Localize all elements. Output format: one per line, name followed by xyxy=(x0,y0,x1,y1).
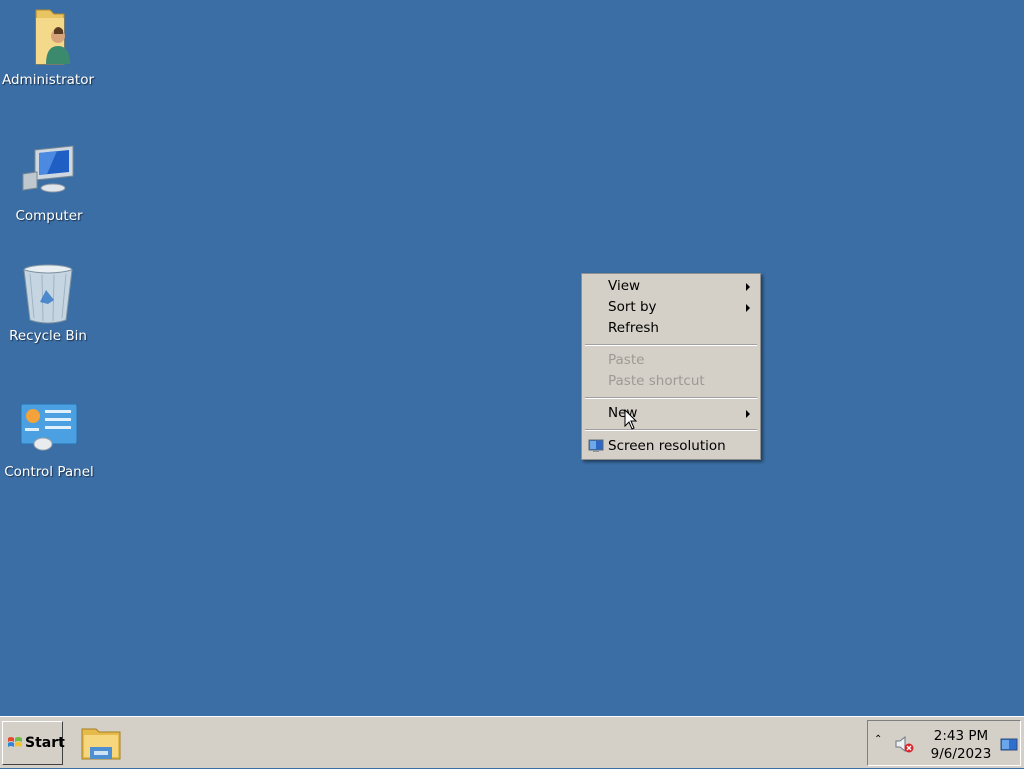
menu-item-screen-resolution[interactable]: Screen resolution xyxy=(584,436,758,457)
windows-explorer-icon xyxy=(81,728,121,760)
desktop-icon-label: Control Panel xyxy=(4,464,94,480)
display-icon xyxy=(588,439,604,452)
clock-time: 2:43 PM xyxy=(933,728,989,744)
menu-separator xyxy=(585,344,757,346)
menu-separator xyxy=(585,397,757,399)
menu-item-label: Paste xyxy=(608,352,645,368)
menu-item-refresh[interactable]: Refresh xyxy=(584,318,758,339)
menu-item-label: View xyxy=(608,278,641,294)
user-folder-icon xyxy=(16,6,80,70)
start-button[interactable]: Start xyxy=(2,721,65,765)
menu-item-label: Refresh xyxy=(608,320,659,336)
desktop[interactable]: Administrator Computer Recycle Bin Contr… xyxy=(0,0,1024,716)
menu-item-label: Paste shortcut xyxy=(608,373,705,389)
menu-item-new[interactable]: New xyxy=(584,403,758,424)
taskbar-windows-explorer[interactable] xyxy=(78,721,126,765)
mouse-cursor-icon xyxy=(624,409,638,430)
menu-item-view[interactable]: View xyxy=(584,276,758,297)
show-hidden-icons-chevron[interactable]: ⌃ xyxy=(874,734,882,745)
menu-item-label: Sort by xyxy=(608,299,657,315)
submenu-arrow-icon xyxy=(746,410,750,418)
computer-icon xyxy=(17,142,81,206)
notification-area: ⌃ 2:43 PM 9/6/2023 xyxy=(867,720,1021,766)
submenu-arrow-icon xyxy=(746,283,750,291)
desktop-context-menu: View Sort by Refresh Paste Paste shortcu… xyxy=(581,273,761,460)
desktop-icon-control-panel[interactable]: Control Panel xyxy=(1,398,97,480)
windows-flag-icon xyxy=(8,737,22,747)
start-label: Start xyxy=(25,735,65,751)
speaker-muted-icon[interactable] xyxy=(894,734,914,754)
menu-item-label: Screen resolution xyxy=(608,438,726,454)
control-panel-icon xyxy=(17,398,81,462)
menu-item-sort-by[interactable]: Sort by xyxy=(584,297,758,318)
action-center-icon[interactable] xyxy=(1000,738,1018,752)
clock-date: 9/6/2023 xyxy=(930,746,992,762)
desktop-icon-label: Recycle Bin xyxy=(9,328,87,344)
menu-item-paste: Paste xyxy=(584,350,758,371)
submenu-arrow-icon xyxy=(746,304,750,312)
desktop-icon-label: Administrator xyxy=(1,72,95,88)
recycle-bin-icon xyxy=(16,262,80,326)
desktop-icon-computer[interactable]: Computer xyxy=(1,142,97,224)
menu-item-paste-shortcut: Paste shortcut xyxy=(584,371,758,392)
menu-separator xyxy=(585,429,757,431)
clock[interactable]: 2:43 PM 9/6/2023 xyxy=(926,727,996,763)
desktop-icon-administrator[interactable]: Administrator xyxy=(0,6,96,88)
desktop-icon-recycle-bin[interactable]: Recycle Bin xyxy=(0,262,96,344)
desktop-icon-label: Computer xyxy=(15,208,83,224)
taskbar: Start ⌃ 2:43 PM 9/6/2023 xyxy=(0,716,1024,768)
